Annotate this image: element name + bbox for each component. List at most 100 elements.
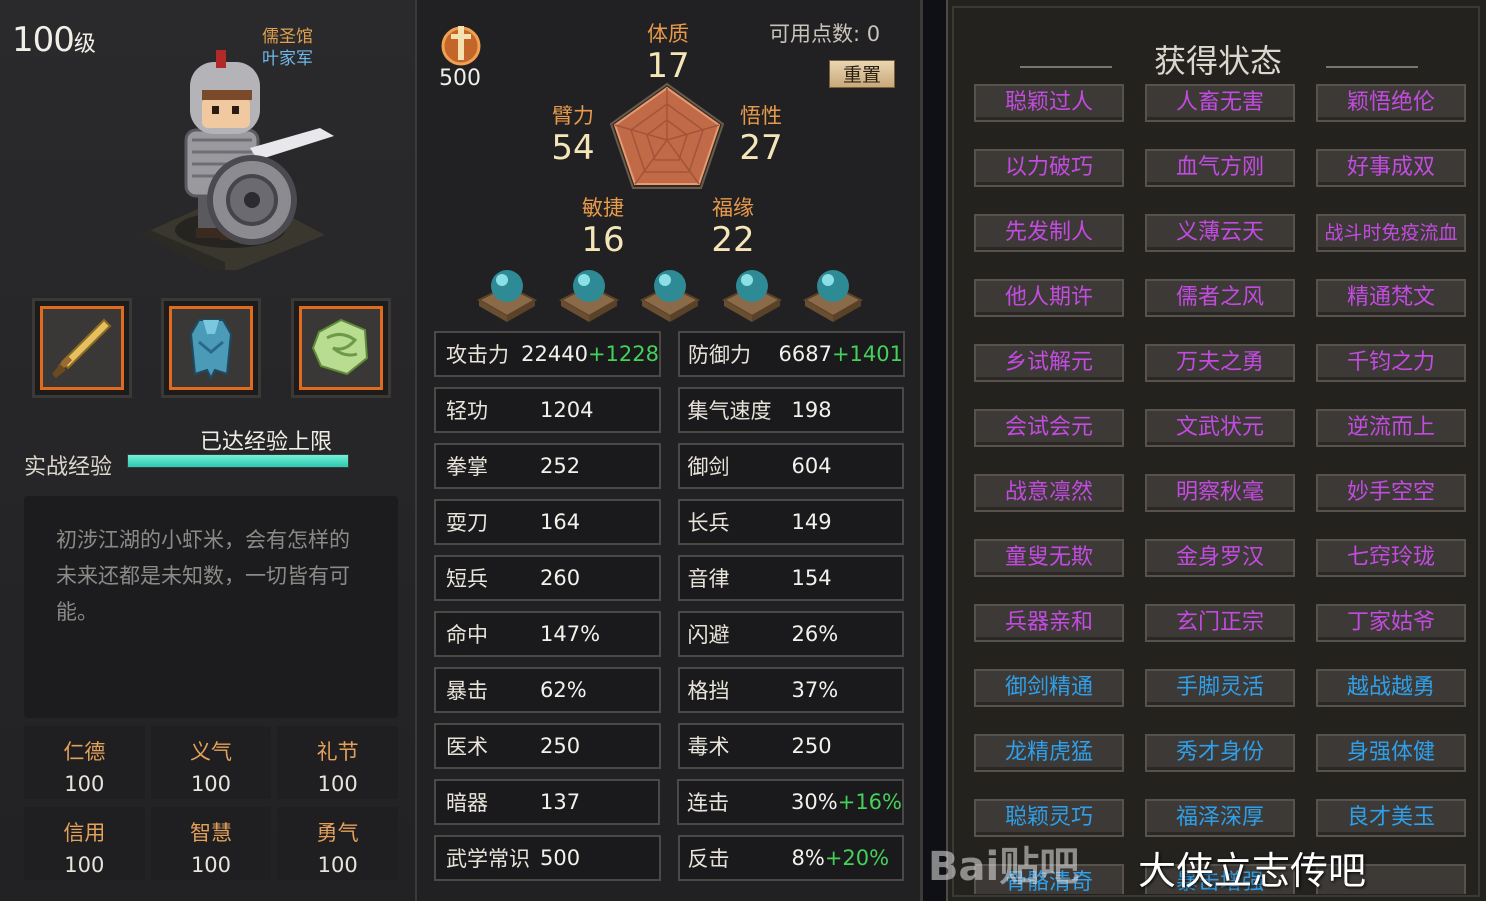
status-item[interactable]: 血气方刚 — [1145, 149, 1295, 187]
status-item[interactable]: 万夫之勇 — [1145, 344, 1295, 382]
status-item[interactable]: 儒者之风 — [1145, 279, 1295, 317]
status-item[interactable]: 龙精虎猛 — [974, 734, 1124, 772]
status-item[interactable]: 以力破巧 — [974, 149, 1124, 187]
equip-slot-armor[interactable] — [161, 298, 261, 398]
stat-row: 攻击力 22440 +1228 防御力 6687 +1401 — [434, 331, 905, 377]
status-item[interactable]: 御剑精通 — [974, 669, 1124, 707]
stat-name: 连击 — [687, 791, 730, 815]
status-item[interactable]: 金身罗汉 — [1145, 539, 1295, 577]
stat-cell: 集气速度 198 — [677, 387, 904, 433]
status-item[interactable]: 兵器亲和 — [974, 604, 1124, 642]
status-item[interactable]: 聪颖过人 — [974, 84, 1124, 122]
attr-strength: 臂力 54 — [547, 100, 599, 166]
gem-icon[interactable] — [801, 262, 865, 324]
stat-cell: 毒术 250 — [677, 723, 904, 769]
stat-cell: 轻功 1204 — [434, 387, 661, 433]
status-list[interactable]: 聪颖过人 人畜无害 颖悟绝伦以力破巧 血气方刚 好事成双先发制人 义薄云天 战斗时免疫流血他… — [974, 84, 1466, 894]
attr-constitution: 体质 17 — [642, 18, 694, 84]
power-emblem-icon — [441, 26, 481, 66]
stat-cell: 暴击 62% — [434, 667, 661, 713]
status-item[interactable]: 颖悟绝伦 — [1316, 84, 1466, 122]
stat-value: 250 — [540, 734, 581, 758]
stat-name: 集气速度 — [687, 399, 772, 423]
stat-value: 500 — [540, 846, 581, 870]
virtue-grid: 仁德 100 义气 100 礼节 100 信用 100 智慧 100 勇气 100 — [24, 726, 398, 880]
stat-name: 武学常识 — [446, 847, 530, 871]
attr-value: 22 — [711, 220, 755, 260]
status-item[interactable]: 身强体健 — [1316, 734, 1466, 772]
stat-value: 30% — [791, 790, 838, 814]
status-item[interactable]: 义薄云天 — [1145, 214, 1295, 252]
virtue-name: 仁德 — [63, 740, 106, 764]
status-item[interactable]: 他人期许 — [974, 279, 1124, 317]
exp-label: 实战经验 — [24, 455, 113, 480]
attr-wisdom: 悟性 27 — [735, 100, 787, 166]
status-item[interactable]: 好事成双 — [1316, 149, 1466, 187]
gem-icon[interactable] — [475, 262, 539, 324]
virtue-name: 义气 — [189, 740, 232, 764]
stat-cell: 连击 30% +16% — [677, 779, 904, 825]
stat-cell: 音律 154 — [677, 555, 904, 601]
stat-row: 耍刀 164 长兵 149 — [434, 499, 904, 545]
status-item[interactable]: 战意凛然 — [974, 474, 1124, 512]
reset-button[interactable]: 重置 — [829, 60, 895, 88]
status-item[interactable]: 妙手空空 — [1316, 474, 1466, 512]
status-item[interactable]: 先发制人 — [974, 214, 1124, 252]
virtue-name: 礼节 — [316, 740, 359, 764]
gem-icon[interactable] — [720, 262, 784, 324]
status-item[interactable]: 战斗时免疫流血 — [1316, 214, 1466, 252]
stat-row: 轻功 1204 集气速度 198 — [434, 387, 904, 433]
status-item[interactable]: 明察秋毫 — [1145, 474, 1295, 512]
virtue-item: 义气 100 — [150, 726, 272, 799]
status-item[interactable]: 手脚灵活 — [1145, 669, 1295, 707]
status-item[interactable]: 良才美玉 — [1316, 799, 1466, 837]
stat-name: 短兵 — [446, 567, 488, 591]
character-portrait — [140, 50, 334, 270]
stat-value: 147% — [540, 622, 601, 646]
equip-slot-weapon[interactable] — [32, 298, 132, 398]
stat-bonus: +1401 — [831, 342, 903, 366]
attr-name: 福缘 — [712, 196, 754, 220]
gem-icon[interactable] — [557, 262, 621, 324]
status-item[interactable]: 文武状元 — [1145, 409, 1295, 447]
status-item[interactable]: 七窍玲珑 — [1316, 539, 1466, 577]
equip-slot-accessory[interactable] — [291, 298, 391, 398]
stat-value: 8% — [791, 846, 825, 870]
character-description: 初涉江湖的小虾米，会有怎样的未来还都是未知数，一切皆有可能。 — [24, 496, 398, 718]
stat-name: 闪避 — [687, 623, 730, 647]
status-item[interactable]: 精通梵文 — [1316, 279, 1466, 317]
stat-cell: 武学常识 500 — [434, 835, 661, 881]
status-panel: 获得状态 聪颖过人 人畜无害 颖悟绝伦 以力破巧 血气方刚 好事成双 先发制人 义薄云天 战斗时… — [946, 0, 1486, 901]
stat-value: 137 — [540, 790, 581, 814]
stat-name: 暴击 — [446, 679, 488, 703]
attr-name: 体质 — [647, 22, 689, 46]
stat-cell: 命中 147% — [434, 611, 661, 657]
status-item[interactable]: 越战越勇 — [1316, 669, 1466, 707]
status-item[interactable]: 逆流而上 — [1316, 409, 1466, 447]
stat-cell: 反击 8% +20% — [677, 835, 904, 881]
stat-cell: 格挡 37% — [677, 667, 904, 713]
status-item[interactable]: 会试会元 — [974, 409, 1124, 447]
status-item[interactable]: 千钧之力 — [1316, 344, 1466, 382]
stat-value: 252 — [540, 454, 581, 478]
stat-row: 暴击 62% 格挡 37% — [434, 667, 904, 713]
status-item[interactable]: 福泽深厚 — [1145, 799, 1295, 837]
sword-icon — [52, 318, 112, 378]
exp-bar — [127, 454, 349, 468]
stat-bonus: +16% — [837, 790, 902, 814]
stat-cell: 防御力 6687 +1401 — [678, 331, 905, 377]
stat-name: 反击 — [687, 847, 730, 871]
stat-value: 37% — [791, 678, 839, 702]
status-item[interactable]: 丁家姑爷 — [1316, 604, 1466, 642]
status-item[interactable]: 聪颖灵巧 — [974, 799, 1124, 837]
status-item[interactable]: 童叟无欺 — [974, 539, 1124, 577]
stat-name: 命中 — [446, 623, 488, 647]
status-item[interactable]: 秀才身份 — [1145, 734, 1295, 772]
gem-icon[interactable] — [638, 262, 702, 324]
level-unit: 级 — [73, 32, 96, 57]
status-item[interactable]: 乡试解元 — [974, 344, 1124, 382]
status-item[interactable]: 人畜无害 — [1145, 84, 1295, 122]
stat-value: 1204 — [540, 398, 594, 422]
stat-cell: 御剑 604 — [677, 443, 904, 489]
status-item[interactable]: 玄门正宗 — [1145, 604, 1295, 642]
